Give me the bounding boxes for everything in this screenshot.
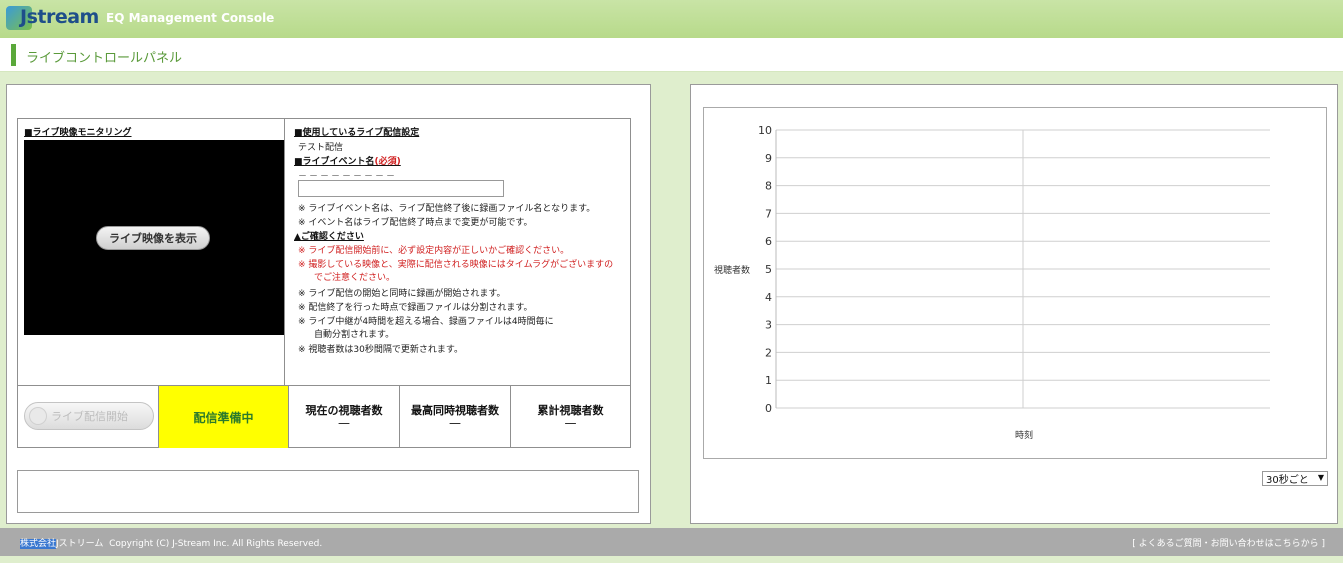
total-viewers-cell: 累計視聴者数 — (511, 386, 630, 448)
title-accent-bar (11, 44, 16, 66)
y-tick-label: 4 (765, 291, 772, 304)
settings-title: ■使用しているライブ配信設定 (294, 128, 420, 138)
warning-line: ※ 撮影している映像と、実際に配信される映像にはタイムラグがございますの (298, 260, 614, 270)
monitoring-title: ■ライブ映像モニタリング (24, 128, 132, 138)
info-line: ※ 配信終了を行った時点で録画ファイルは分割されます。 (298, 303, 533, 313)
y-tick-label: 9 (765, 152, 772, 165)
dropdown-arrow-icon: ▼ (1317, 473, 1324, 482)
y-tick-label: 8 (765, 180, 772, 193)
y-tick-label: 2 (765, 346, 772, 359)
info-line: 自動分割されます。 (314, 330, 395, 340)
info-line: ※ ライブ中継が4時間を超える場合、録画ファイルは4時間毎に (298, 317, 554, 327)
live-control-panel: ■ライブ映像モニタリング ライブ映像を表示 ■使用しているライブ配信設定 テスト… (6, 84, 651, 524)
copyright-text: Copyright (C) J-Stream Inc. All Rights R… (109, 539, 323, 549)
start-cell: ライブ配信開始 (18, 386, 159, 448)
viewer-chart-panel: 0 1 2 3 4 5 6 7 8 9 10 視聴者数時刻 (690, 84, 1338, 524)
status-row: ライブ配信開始 配信準備中 現在の視聴者数 — 最高同時視聴者数 — 累計視聴者… (18, 385, 630, 448)
note-line: ※ イベント名はライブ配信終了時点まで変更が可能です。 (298, 218, 533, 228)
peak-viewers-value: — (449, 416, 461, 430)
settings-section: ■使用しているライブ配信設定 テスト配信 ■ライブイベント名(必須) －－－－－… (286, 119, 630, 385)
jstream-logo[interactable]: Jstream (6, 4, 99, 32)
y-tick-label: 10 (758, 124, 772, 137)
y-tick-label: 5 (765, 263, 772, 276)
required-mark: (必須) (374, 157, 401, 167)
start-live-label: ライブ配信開始 (51, 410, 128, 423)
page-title: ライブコントロールパネル (26, 51, 183, 66)
event-name-label: ■ライブイベント名(必須) (294, 157, 401, 167)
x-axis-label: 時刻 (1015, 429, 1033, 441)
logo-text: Jstream (20, 6, 99, 28)
note-line: ※ ライブイベント名は、ライブ配信終了後に録画ファイル名となります。 (298, 204, 596, 214)
company-name: Jストリーム (56, 539, 104, 549)
y-tick-label: 3 (765, 319, 772, 332)
y-tick-label: 1 (765, 374, 772, 387)
total-viewers-value: — (564, 416, 577, 430)
interval-select[interactable]: 30秒ごと ▼ (1262, 471, 1328, 486)
stream-state-badge: 配信準備中 (159, 386, 289, 448)
monitoring-box: ■ライブ映像モニタリング ライブ映像を表示 ■使用しているライブ配信設定 テスト… (17, 118, 631, 448)
app-footer: 株式会社Jストリーム Copyright (C) J-Stream Inc. A… (0, 528, 1343, 556)
y-tick-label: 6 (765, 235, 772, 248)
show-video-button[interactable]: ライブ映像を表示 (96, 226, 210, 250)
viewer-chart: 0 1 2 3 4 5 6 7 8 9 10 視聴者数時刻 (703, 107, 1327, 459)
viewer-chart-svg: 0 1 2 3 4 5 6 7 8 9 10 視聴者数時刻 (714, 124, 1270, 441)
app-header: Jstream EQ Management Console (0, 0, 1343, 38)
current-viewers-value: — (338, 416, 350, 430)
info-line: ※ ライブ配信の開始と同時に録画が開始されます。 (298, 289, 506, 299)
start-live-button[interactable]: ライブ配信開始 (24, 402, 154, 430)
footer-copyright: 株式会社Jストリーム Copyright (C) J-Stream Inc. A… (20, 536, 322, 549)
warning-line: でご注意ください。 (314, 273, 396, 283)
interval-value: 30秒ごと (1266, 475, 1309, 486)
record-dot-icon (29, 407, 47, 425)
event-name-input[interactable] (298, 180, 504, 197)
message-area (17, 470, 639, 513)
confirm-title: ▲ご確認ください (294, 232, 364, 242)
company-highlight: 株式会社 (20, 539, 57, 549)
peak-viewers-cell: 最高同時視聴者数 — (400, 386, 511, 448)
y-tick-label: 0 (765, 402, 772, 415)
help-link[interactable]: [ よくあるご質問・お問い合わせはこちらから ] (1132, 536, 1325, 549)
monitoring-section: ■ライブ映像モニタリング ライブ映像を表示 (18, 119, 285, 385)
settings-value: テスト配信 (298, 143, 344, 153)
current-viewers-cell: 現在の視聴者数 — (289, 386, 400, 448)
y-tick-label: 7 (765, 207, 772, 220)
app-title: EQ Management Console (106, 11, 275, 25)
warning-line: ※ ライブ配信開始前に、必ず設定内容が正しいかご確認ください。 (298, 246, 570, 256)
page-title-bar: ライブコントロールパネル (0, 38, 1343, 72)
y-axis-label: 視聴者数 (714, 264, 750, 276)
info-line: ※ 視聴者数は30秒間隔で更新されます。 (298, 345, 463, 355)
video-preview: ライブ映像を表示 (24, 140, 284, 335)
